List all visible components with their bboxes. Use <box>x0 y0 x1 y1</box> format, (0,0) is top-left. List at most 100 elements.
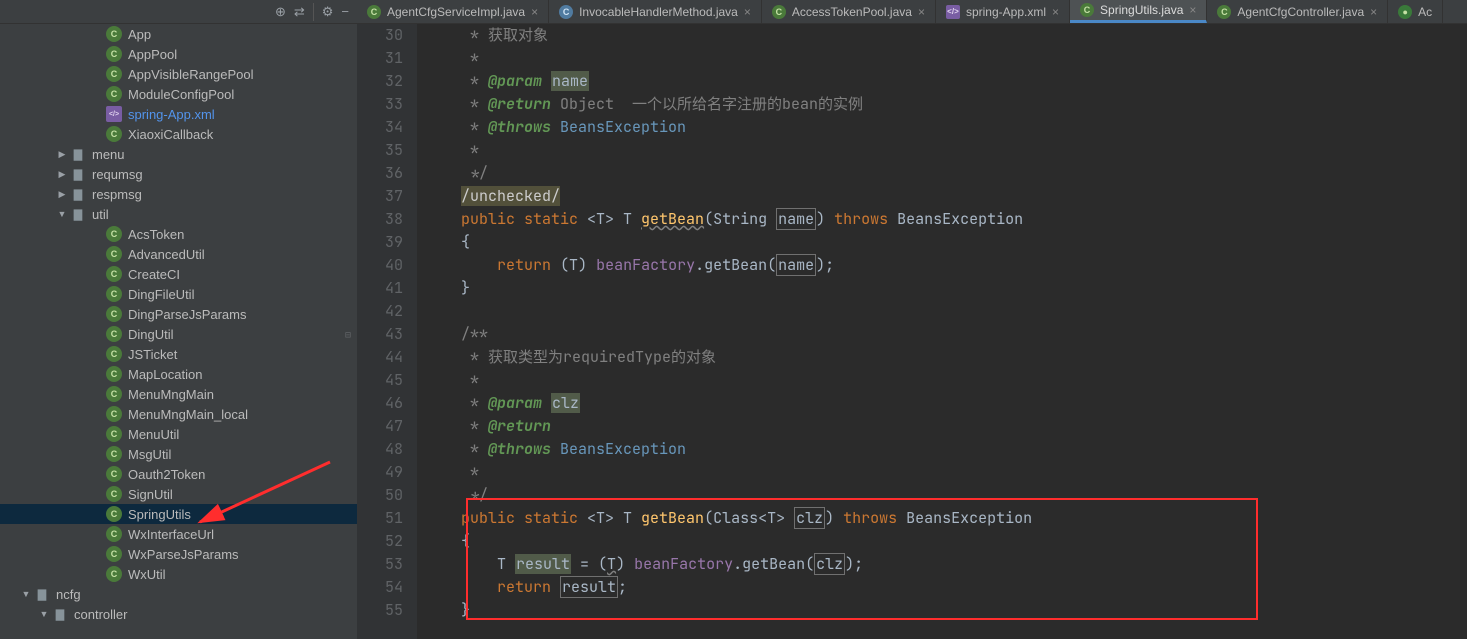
code-line[interactable]: T result = (T) beanFactory.getBean(clz); <box>425 553 1467 576</box>
code-area[interactable]: * 获取对象 * * @param name * @return Object … <box>417 24 1467 639</box>
tree-item-util[interactable]: ▼▇util <box>0 204 357 224</box>
main-area: CAppCAppPoolCAppVisibleRangePoolCModuleC… <box>0 24 1467 639</box>
code-line[interactable]: */ <box>425 162 1467 185</box>
chevron-icon[interactable]: ▶ <box>54 189 70 200</box>
tree-item-dingparsejsparams[interactable]: CDingParseJsParams <box>0 304 357 324</box>
code-line[interactable]: } <box>425 277 1467 300</box>
code-line[interactable]: public static <T> T getBean(String name)… <box>425 208 1467 231</box>
close-icon[interactable]: × <box>1370 5 1377 19</box>
code-line[interactable]: /** <box>425 323 1467 346</box>
code-line[interactable]: * @param clz <box>425 392 1467 415</box>
tree-item-menumngmain_local[interactable]: CMenuMngMain_local <box>0 404 357 424</box>
tree-label: WxParseJsParams <box>128 547 239 562</box>
code-line[interactable] <box>425 300 1467 323</box>
code-line[interactable]: return (T) beanFactory.getBean(name); <box>425 254 1467 277</box>
tree-item-controller[interactable]: ▼▇controller <box>0 604 357 624</box>
tree-label: MenuMngMain <box>128 387 214 402</box>
code-line[interactable]: * @return <box>425 415 1467 438</box>
code-line[interactable]: * 获取类型为requiredType的对象 <box>425 346 1467 369</box>
close-icon[interactable]: × <box>1052 5 1059 19</box>
tree-item-requmsg[interactable]: ▶▇requmsg <box>0 164 357 184</box>
tree-item-menu[interactable]: ▶▇menu <box>0 144 357 164</box>
tree-item-springutils[interactable]: CSpringUtils <box>0 504 357 524</box>
code-line[interactable]: * <box>425 369 1467 392</box>
chevron-icon[interactable]: ▼ <box>18 589 34 599</box>
tree-item-jsticket[interactable]: CJSTicket <box>0 344 357 364</box>
tab-accesstokenpool-java[interactable]: CAccessTokenPool.java× <box>762 0 936 23</box>
code-line[interactable]: } <box>425 599 1467 622</box>
line-number: 46 <box>357 392 403 415</box>
code-line[interactable]: * 获取对象 <box>425 24 1467 47</box>
line-number: 49 <box>357 461 403 484</box>
tree-item-createci[interactable]: CCreateCI <box>0 264 357 284</box>
close-icon[interactable]: × <box>1189 3 1196 17</box>
tree-item-oauth2token[interactable]: COauth2Token <box>0 464 357 484</box>
tree-item-msgutil[interactable]: CMsgUtil <box>0 444 357 464</box>
code-line[interactable]: * <box>425 461 1467 484</box>
close-icon[interactable]: × <box>744 5 751 19</box>
tree-item-appvisiblerangepool[interactable]: CAppVisibleRangePool <box>0 64 357 84</box>
tree-item-ncfg[interactable]: ▼▇ncfg <box>0 584 357 604</box>
file-icon: C <box>106 546 122 562</box>
tab-invocablehandlermethod-java[interactable]: CInvocableHandlerMethod.java× <box>549 0 762 23</box>
code-line[interactable]: * @throws BeansException <box>425 116 1467 139</box>
code-line[interactable]: */ <box>425 484 1467 507</box>
tree-item-wxparsejsparams[interactable]: C WxParseJsParams <box>0 544 357 564</box>
line-number: 34 <box>357 116 403 139</box>
file-icon: ● <box>1398 5 1412 19</box>
tree-label: DingUtil <box>128 327 174 342</box>
tree-item-spring-app-xml[interactable]: </>spring-App.xml <box>0 104 357 124</box>
tree-item-respmsg[interactable]: ▶▇respmsg <box>0 184 357 204</box>
code-line[interactable]: * <box>425 47 1467 70</box>
tree-item-apppool[interactable]: CAppPool <box>0 44 357 64</box>
chevron-icon[interactable]: ▼ <box>36 609 52 619</box>
chevron-icon[interactable]: ▼ <box>54 209 70 219</box>
tab-spring-app-xml[interactable]: </>spring-App.xml× <box>936 0 1070 23</box>
code-line[interactable]: public static <T> T getBean(Class<T> clz… <box>425 507 1467 530</box>
tree-label: CreateCI <box>128 267 180 282</box>
code-line[interactable]: /unchecked/ <box>425 185 1467 208</box>
collapse-icon[interactable]: ⇄ <box>294 4 305 20</box>
tree-item-moduleconfigpool[interactable]: CModuleConfigPool <box>0 84 357 104</box>
close-icon[interactable]: × <box>531 5 538 19</box>
code-line[interactable]: * <box>425 139 1467 162</box>
file-icon: C <box>106 566 122 582</box>
file-icon: </> <box>946 5 960 19</box>
tree-item-wxutil[interactable]: CWxUtil <box>0 564 357 584</box>
tree-item-menuutil[interactable]: CMenuUtil <box>0 424 357 444</box>
tab-agentcfgserviceimpl-java[interactable]: CAgentCfgServiceImpl.java× <box>357 0 549 23</box>
tree-item-wxinterfaceurl[interactable]: CWxInterfaceUrl <box>0 524 357 544</box>
tree-item-acstoken[interactable]: CAcsToken <box>0 224 357 244</box>
code-line[interactable]: return result; <box>425 576 1467 599</box>
tree-item-menumngmain[interactable]: CMenuMngMain <box>0 384 357 404</box>
tree-item-xiaoxicallback[interactable]: CXiaoxiCallback <box>0 124 357 144</box>
file-icon: C <box>106 486 122 502</box>
code-line[interactable]: { <box>425 530 1467 553</box>
code-line[interactable]: { <box>425 231 1467 254</box>
code-line[interactable]: * @throws BeansException <box>425 438 1467 461</box>
tab-ac[interactable]: ●Ac <box>1388 0 1443 23</box>
locate-icon[interactable]: ⊕ <box>275 4 286 20</box>
chevron-icon[interactable]: ▶ <box>54 149 70 160</box>
tab-springutils-java[interactable]: CSpringUtils.java× <box>1070 0 1207 23</box>
file-icon: C <box>106 406 122 422</box>
code-editor[interactable]: 3031323334353637383940414243⊟44454647484… <box>357 24 1467 639</box>
fold-icon[interactable]: ⊟ <box>345 323 351 346</box>
tree-item-advancedutil[interactable]: CAdvancedUtil <box>0 244 357 264</box>
line-number: 43⊟ <box>357 323 403 346</box>
file-icon: C <box>106 66 122 82</box>
code-line[interactable]: * @return Object 一个以所给名字注册的bean的实例 <box>425 93 1467 116</box>
file-icon: C <box>106 26 122 42</box>
tree-item-dingfileutil[interactable]: CDingFileUtil <box>0 284 357 304</box>
project-tree[interactable]: CAppCAppPoolCAppVisibleRangePoolCModuleC… <box>0 24 357 639</box>
tree-item-dingutil[interactable]: CDingUtil <box>0 324 357 344</box>
chevron-icon[interactable]: ▶ <box>54 169 70 180</box>
tree-item-signutil[interactable]: CSignUtil <box>0 484 357 504</box>
code-line[interactable]: * @param name <box>425 70 1467 93</box>
tree-item-maplocation[interactable]: CMapLocation <box>0 364 357 384</box>
gear-icon[interactable]: ⚙ <box>322 4 334 20</box>
tree-item-app[interactable]: CApp <box>0 24 357 44</box>
minimize-icon[interactable]: − <box>341 4 349 19</box>
close-icon[interactable]: × <box>918 5 925 19</box>
tab-agentcfgcontroller-java[interactable]: CAgentCfgController.java× <box>1207 0 1388 23</box>
